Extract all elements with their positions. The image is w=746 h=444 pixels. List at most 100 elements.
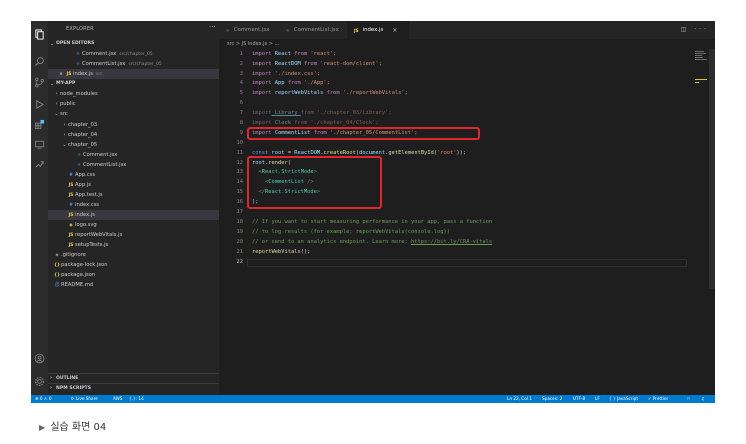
indentation[interactable]: Spaces: 2 bbox=[542, 396, 562, 401]
tree-file[interactable]: {} package.json bbox=[48, 270, 219, 280]
react-file-icon: ⚛ bbox=[77, 162, 81, 168]
react-file-icon: ⚛ bbox=[76, 61, 80, 67]
js-file-icon: JS bbox=[68, 232, 74, 238]
explorer-more-icon[interactable]: ··· bbox=[209, 23, 216, 31]
tree-file[interactable]: JS App.test.js bbox=[48, 190, 219, 200]
current-line-highlight bbox=[247, 259, 687, 267]
activity-bar bbox=[31, 21, 48, 395]
code-line-unused: import Library from './chapter_03/Librar… bbox=[252, 110, 392, 116]
tab-comment-jsx[interactable]: ⚛ Comment.jsx bbox=[219, 21, 275, 39]
gitignore-file-icon: ◆ bbox=[55, 252, 59, 258]
chevron-right-icon: › bbox=[63, 122, 66, 128]
tree-file[interactable]: ⚛ Comment.jsx bbox=[48, 150, 219, 160]
remote-explorer-icon[interactable] bbox=[33, 138, 46, 151]
open-editor-item[interactable]: ⚛ Comment.jsx src/chapter_05 bbox=[48, 49, 219, 59]
notifications-bell-icon[interactable]: ♫ bbox=[701, 396, 705, 401]
highlight-box-render bbox=[247, 156, 382, 209]
prettier-status[interactable]: ✓ Prettier bbox=[648, 396, 668, 401]
chevron-right-icon: › bbox=[50, 375, 53, 381]
highlight-box-import bbox=[247, 127, 480, 140]
explorer-icon[interactable] bbox=[33, 28, 46, 41]
chevron-right-icon: › bbox=[63, 132, 66, 138]
code-editor[interactable]: 1 2 3 4 5 6 7 8 9 10 11 12 13 14 15 16 1… bbox=[219, 49, 715, 395]
language-mode[interactable]: { } JavaScript bbox=[609, 396, 638, 401]
tree-folder[interactable]: › chapter_04 bbox=[48, 130, 219, 140]
js-file-icon: JS bbox=[68, 242, 74, 248]
close-icon[interactable]: × bbox=[392, 27, 397, 34]
tree-file[interactable]: ◉ logo.svg bbox=[48, 220, 219, 230]
tree-folder[interactable]: › chapter_03 bbox=[48, 120, 219, 130]
tree-folder[interactable]: › public bbox=[48, 99, 219, 109]
breadcrumb[interactable]: src > JS index.js > ... bbox=[219, 39, 715, 49]
chevron-down-icon: ⌄ bbox=[62, 142, 67, 148]
close-icon[interactable]: × bbox=[57, 72, 65, 77]
search-icon[interactable] bbox=[33, 55, 46, 68]
tree-file[interactable]: ⓘ README.md bbox=[48, 280, 219, 290]
encoding[interactable]: UTF-8 bbox=[573, 396, 585, 401]
vscode-window: EXPLORER ··· ⌄ OPEN EDITORS ⚛ Comment.js… bbox=[31, 21, 715, 403]
cursor-position[interactable]: Ln 22, Col 1 bbox=[507, 396, 532, 401]
live-share-icon[interactable] bbox=[33, 158, 46, 171]
run-debug-icon[interactable] bbox=[33, 98, 46, 111]
tree-folder[interactable]: › node_modules bbox=[48, 89, 219, 99]
code-comment: // or send to an analytics endpoint. Lea… bbox=[252, 239, 493, 245]
split-editor-icon[interactable]: ◫ ··· bbox=[681, 26, 709, 33]
css-file-icon: # bbox=[69, 202, 73, 208]
code-line: import React from 'react'; bbox=[252, 51, 337, 57]
tree-file[interactable]: JS App.js bbox=[48, 180, 219, 190]
json-file-icon: {} bbox=[53, 272, 61, 278]
code-line-unused: import Clock from './chapter_04/Clock'; bbox=[252, 120, 379, 126]
tree-file-selected[interactable]: JS index.js bbox=[48, 210, 219, 220]
feedback-icon[interactable]: ⚐ bbox=[687, 396, 691, 401]
json-file-icon: {} bbox=[53, 262, 61, 268]
minimap[interactable] bbox=[695, 49, 709, 109]
chevron-right-icon: › bbox=[50, 385, 53, 391]
vitals-link[interactable]: https://bit.ly/CRA-vitals bbox=[411, 239, 492, 245]
status-bar: ⊗ 0 ⚠ 0 ⟳ Live Share AWS {.}: 14 Ln 22, … bbox=[31, 395, 715, 403]
react-file-icon: ⚛ bbox=[77, 152, 81, 158]
js-file-icon: JS bbox=[68, 182, 74, 188]
section-open-editors[interactable]: ⌄ OPEN EDITORS bbox=[48, 39, 219, 48]
tree-file[interactable]: ⚛ CommentList.jsx bbox=[48, 160, 219, 170]
tree-file[interactable]: # index.css bbox=[48, 200, 219, 210]
code-comment: // If you want to start measuring perfor… bbox=[252, 219, 493, 225]
problems-indicator[interactable]: ⊗ 0 ⚠ 0 bbox=[35, 396, 52, 401]
tree-folder[interactable]: ⌄ src bbox=[48, 109, 219, 119]
code-line: import App from './App'; bbox=[252, 80, 330, 86]
figure-caption: ▶ 실습 화면 04 bbox=[39, 422, 107, 433]
chevron-down-icon: ⌄ bbox=[50, 40, 55, 47]
tab-index-js[interactable]: JS index.js × bbox=[347, 21, 409, 39]
account-icon[interactable] bbox=[33, 352, 46, 365]
explorer-title: EXPLORER bbox=[66, 26, 94, 32]
tree-file[interactable]: ◆ .gitignore bbox=[48, 250, 219, 260]
tree-folder[interactable]: ⌄ chapter_05 bbox=[48, 140, 219, 150]
aws-toolkit-indicator[interactable]: {.}: 14 bbox=[129, 396, 144, 401]
js-file-icon: JS bbox=[68, 212, 74, 218]
react-file-icon: ⚛ bbox=[286, 27, 290, 33]
react-file-icon: ⚛ bbox=[226, 27, 230, 33]
line-ending[interactable]: LF bbox=[595, 396, 600, 401]
editor-scrollbar[interactable] bbox=[709, 49, 715, 289]
open-editor-item[interactable]: ⚛ CommentList.jsx src/chapter_05 bbox=[48, 59, 219, 69]
code-line: import reportWebVitals from './reportWeb… bbox=[252, 90, 408, 96]
tree-file[interactable]: # App.css bbox=[48, 170, 219, 180]
extensions-icon[interactable] bbox=[33, 118, 46, 131]
source-control-icon[interactable] bbox=[33, 76, 46, 89]
code-line: import ReactDOM from 'react-dom/client'; bbox=[252, 61, 382, 67]
section-npm-scripts[interactable]: › NPM SCRIPTS bbox=[48, 383, 219, 392]
live-share-button[interactable]: ⟳ Live Share bbox=[71, 396, 98, 401]
code-line: import './index.css'; bbox=[252, 71, 321, 77]
section-project[interactable]: ⌄ MY-APP bbox=[48, 79, 219, 88]
settings-gear-icon[interactable] bbox=[33, 375, 46, 388]
tree-file[interactable]: JS setupTests.js bbox=[48, 240, 219, 250]
aws-button[interactable]: AWS bbox=[113, 396, 122, 401]
open-editor-item-active[interactable]: × JS index.js src bbox=[48, 69, 219, 79]
tree-file[interactable]: JS reportWebVitals.js bbox=[48, 230, 219, 240]
readme-file-icon: ⓘ bbox=[54, 283, 60, 288]
tab-commentlist-jsx[interactable]: ⚛ CommentList.jsx bbox=[279, 21, 343, 39]
chevron-right-icon: › bbox=[55, 91, 58, 97]
explorer-sidebar: EXPLORER ··· ⌄ OPEN EDITORS ⚛ Comment.js… bbox=[48, 21, 219, 395]
js-file-icon: JS bbox=[66, 71, 72, 77]
tree-file[interactable]: {} package-lock.json bbox=[48, 260, 219, 270]
section-outline[interactable]: › OUTLINE bbox=[48, 373, 219, 382]
